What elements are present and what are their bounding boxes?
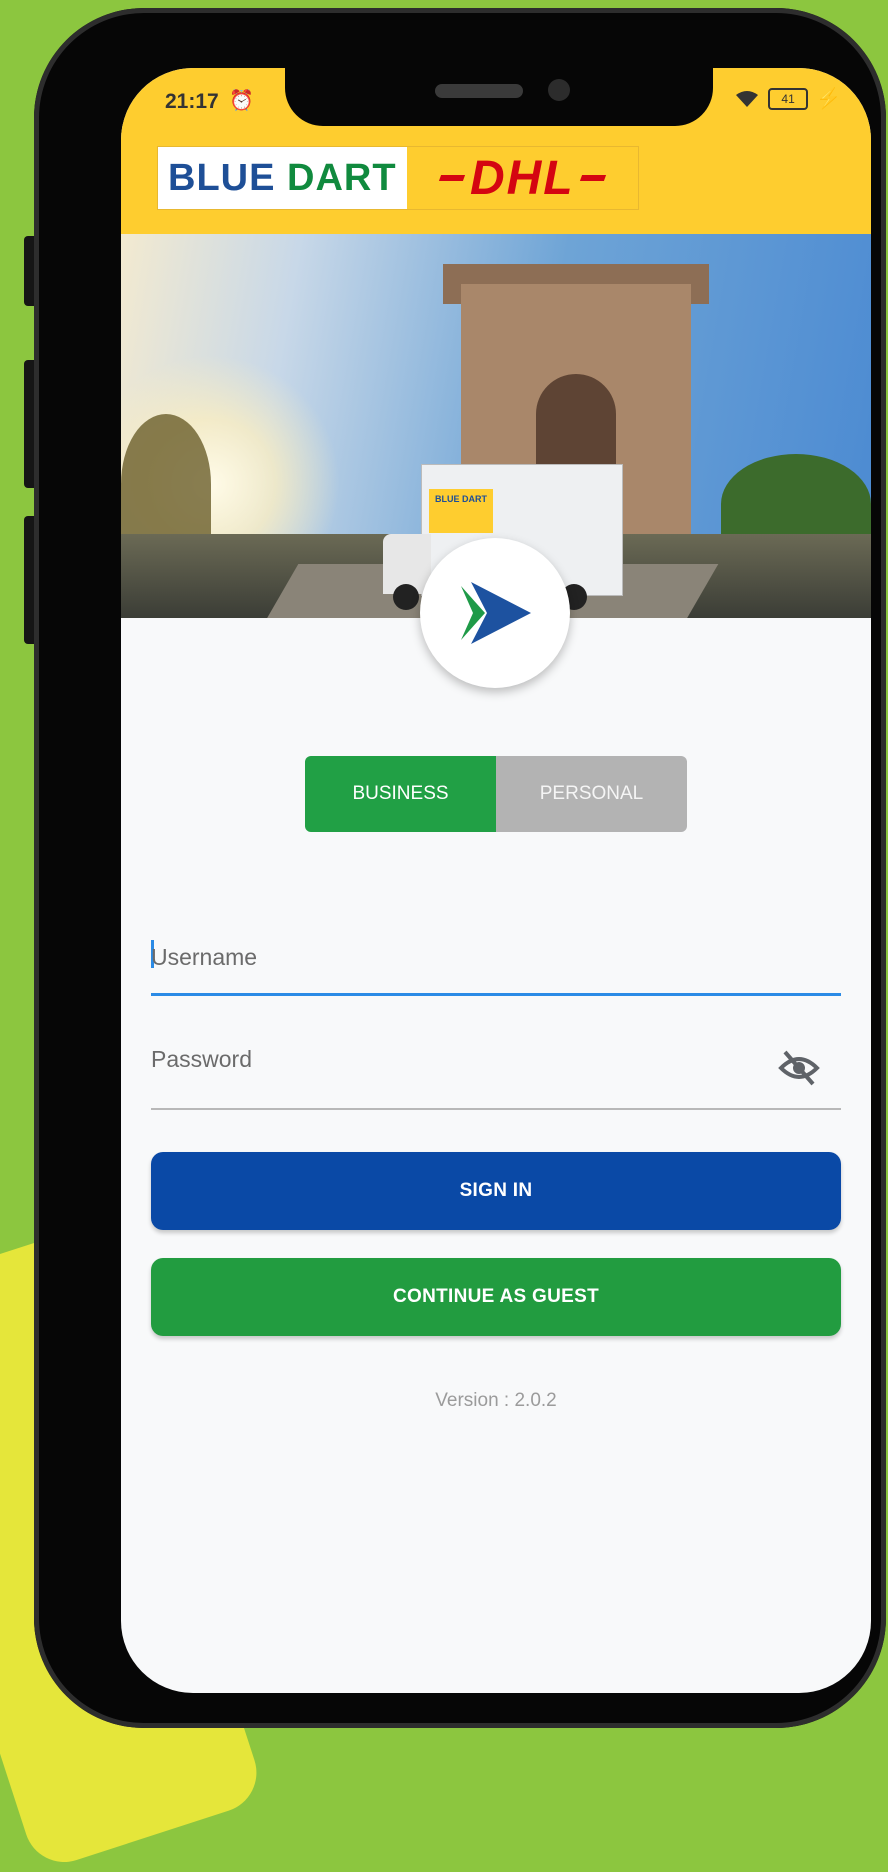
battery-icon: 41 bbox=[768, 87, 809, 110]
charging-icon: ⚡ bbox=[816, 88, 841, 110]
wifi-icon bbox=[736, 90, 759, 107]
username-field[interactable]: Username bbox=[151, 926, 841, 996]
dhl-wordmark: DHL bbox=[407, 147, 638, 209]
dhl-speed-line bbox=[438, 175, 466, 181]
password-placeholder: Password bbox=[151, 1046, 252, 1072]
toggle-personal-button[interactable]: PERSONAL bbox=[496, 756, 687, 832]
username-placeholder: Username bbox=[151, 944, 258, 970]
app-screen: 21:17 ⏰ 41 ⚡ BLUE DART DHL BLUE DART BUS… bbox=[121, 68, 871, 1693]
logo-dart-text: DART bbox=[287, 157, 397, 199]
app-header: BLUE DART DHL bbox=[121, 128, 871, 234]
logo-dhl-text: DHL bbox=[469, 151, 575, 205]
hero-trees-left bbox=[121, 414, 211, 554]
version-text: Version : 2.0.2 bbox=[435, 1390, 557, 1411]
account-type-toggle: BUSINESS PERSONAL bbox=[305, 756, 687, 832]
sign-in-button[interactable]: SIGN IN bbox=[151, 1152, 841, 1230]
password-underline bbox=[151, 1108, 841, 1110]
app-logo-badge bbox=[420, 538, 570, 688]
alarm-icon: ⏰ bbox=[229, 90, 254, 112]
logo-blue-text: BLUE bbox=[168, 157, 276, 199]
status-time: 21:17 bbox=[165, 90, 219, 113]
status-icons: 41 ⚡ bbox=[734, 86, 841, 111]
toggle-business-button[interactable]: BUSINESS bbox=[305, 756, 496, 832]
bluedart-wordmark: BLUE DART bbox=[158, 147, 407, 209]
phone-notch bbox=[285, 68, 713, 126]
password-field[interactable]: Password bbox=[151, 1028, 841, 1110]
dhl-speed-line bbox=[579, 175, 606, 181]
eye-off-icon[interactable] bbox=[777, 1048, 821, 1088]
phone-camera bbox=[548, 79, 570, 101]
phone-speaker bbox=[435, 84, 523, 98]
username-underline bbox=[151, 993, 841, 996]
hero-truck-wheel bbox=[393, 584, 419, 610]
bluedart-dhl-logo: BLUE DART DHL bbox=[157, 146, 639, 210]
hero-truck-sign: BLUE DART bbox=[429, 489, 493, 533]
arrow-logo-icon bbox=[461, 582, 531, 644]
continue-as-guest-button[interactable]: CONTINUE AS GUEST bbox=[151, 1258, 841, 1336]
phone-frame: 21:17 ⏰ 41 ⚡ BLUE DART DHL BLUE DART BUS… bbox=[34, 8, 886, 1728]
